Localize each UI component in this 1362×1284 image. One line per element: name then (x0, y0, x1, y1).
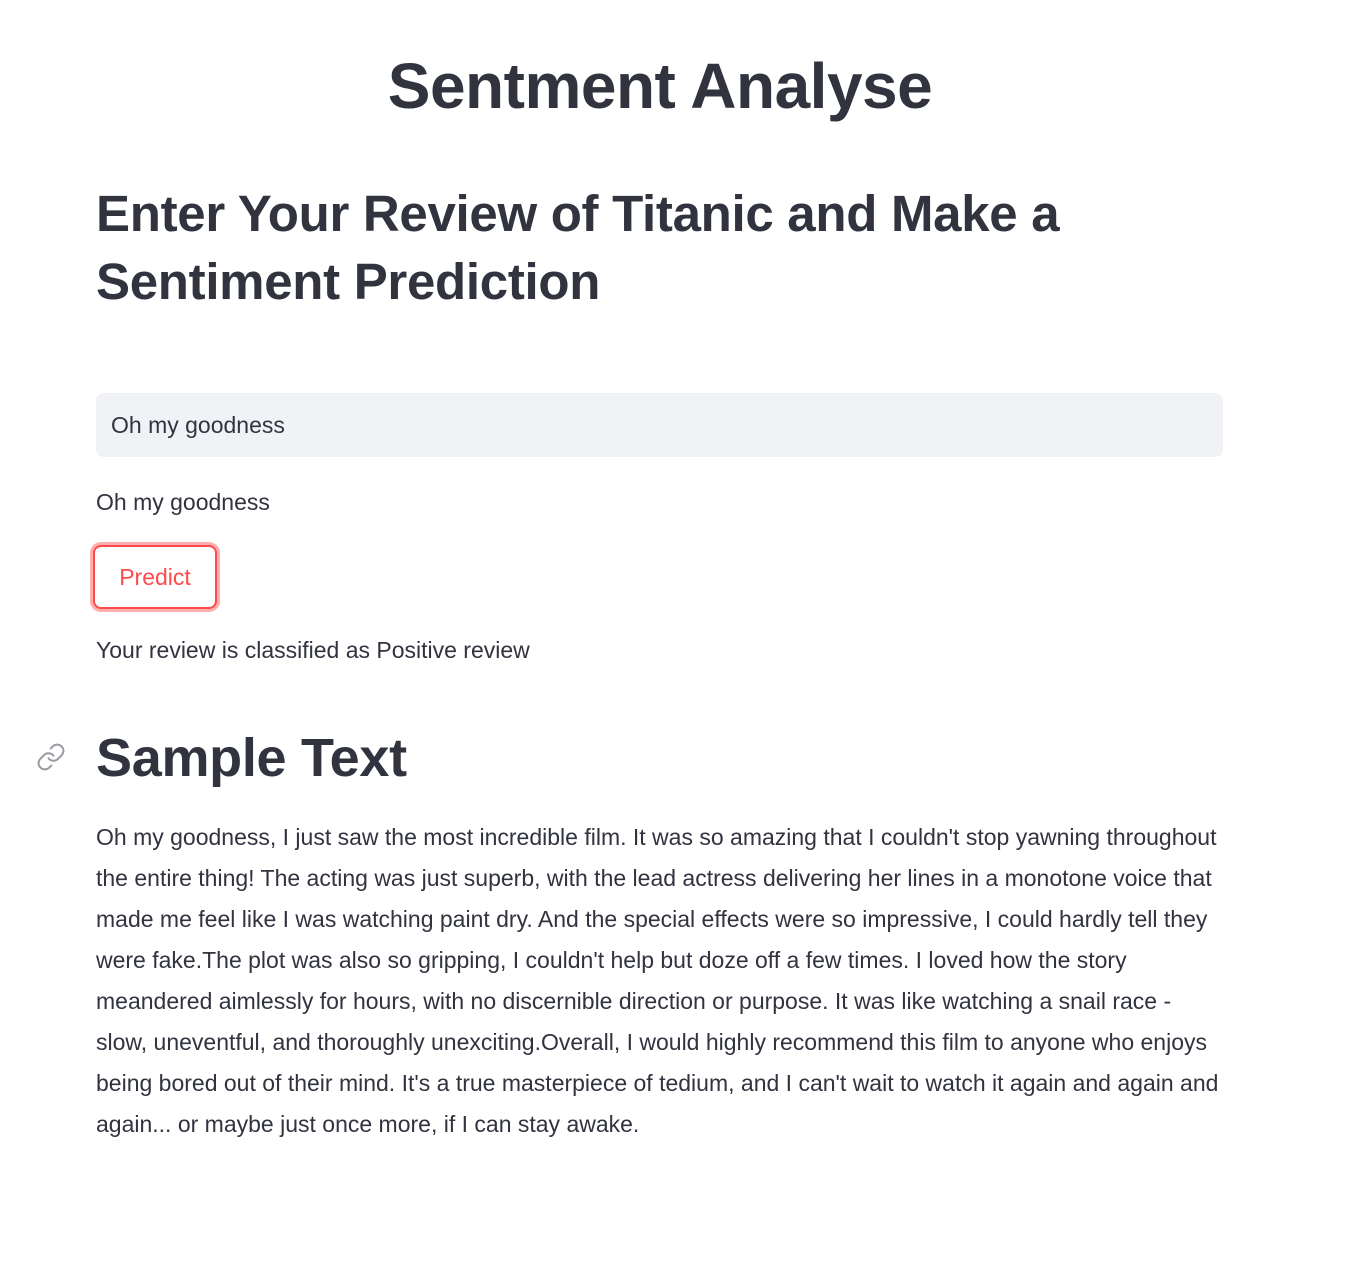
sample-text-heading: Sample Text (96, 728, 407, 788)
result-text: Your review is classified as Positive re… (96, 637, 530, 663)
page-title: Sentment Analyse (387, 50, 933, 122)
echo-text: Oh my goodness (96, 489, 270, 515)
review-input[interactable] (96, 393, 1223, 457)
subheader: Enter Your Review of Titanic and Make a … (96, 185, 1060, 310)
predict-button[interactable]: Predict (93, 545, 217, 609)
sample-text-paragraph: Oh my goodness, I just saw the most incr… (96, 824, 1219, 1137)
link-icon[interactable] (36, 742, 66, 772)
